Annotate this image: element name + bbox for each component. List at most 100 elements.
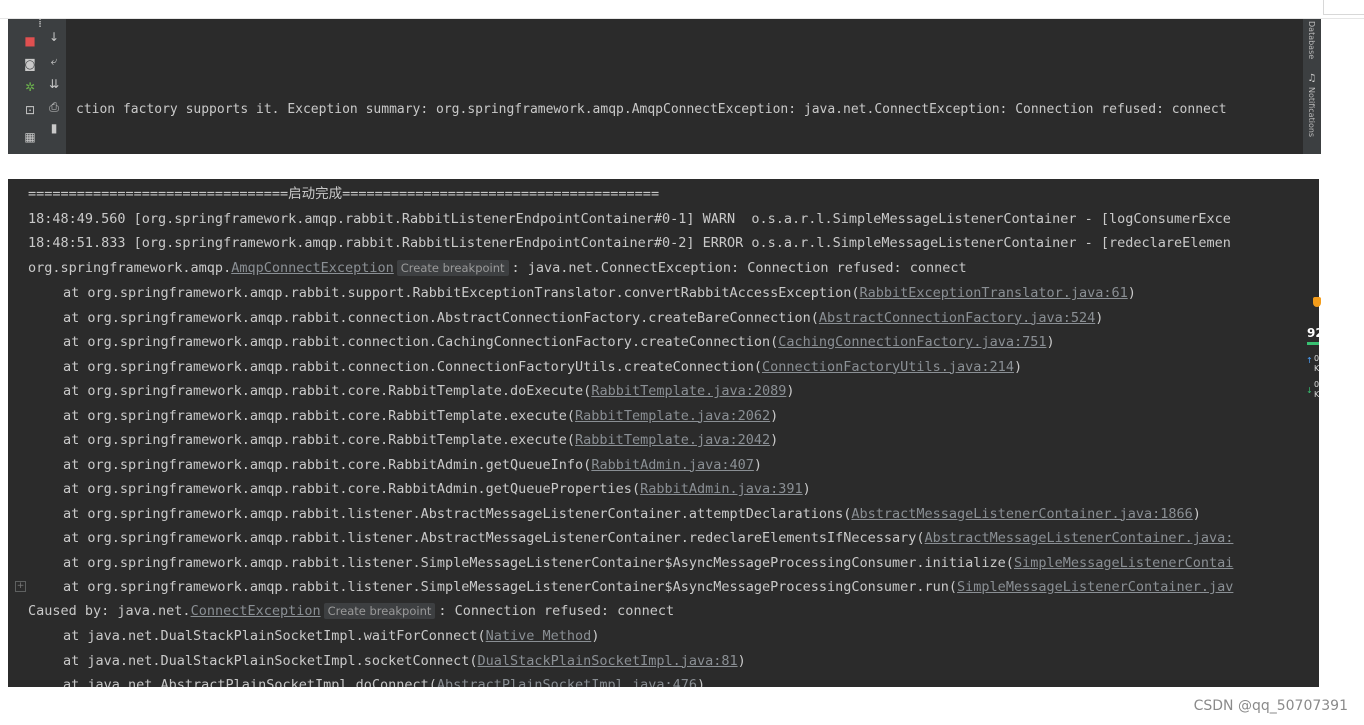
stack-frame-suffix: ) <box>737 652 746 669</box>
stack-frame-suffix: ) <box>802 481 811 497</box>
stack-trace-line: at org.springframework.amqp.rabbit.core.… <box>28 453 762 477</box>
source-file-link[interactable]: AbstractMessageListenerContainer.java: <box>925 530 1234 546</box>
stack-trace-line: at org.springframework.amqp.rabbit.liste… <box>28 551 1233 575</box>
soft-wrap-icon[interactable]: ⤶ <box>46 53 62 69</box>
stack-frame-suffix: ) <box>591 628 600 644</box>
stack-frame-text: at org.springframework.amqp.rabbit.suppo… <box>63 285 860 301</box>
source-file-link[interactable]: RabbitExceptionTranslator.java:61 <box>860 285 1128 301</box>
console-log-line: ction factory supports it. Exception sum… <box>76 102 1227 117</box>
stack-trace-line: at org.springframework.amqp.rabbit.core.… <box>28 379 795 403</box>
watermark: CSDN @qq_50707391 <box>1193 698 1348 714</box>
create-breakpoint-button[interactable]: Create breakpoint <box>396 260 509 276</box>
right-tool-strip: Database ♫ Notifications <box>1303 19 1321 154</box>
stack-frame-suffix: ) <box>770 407 779 424</box>
error-log-line: 18:48:51.833 [org.springframework.amqp.r… <box>28 235 1231 251</box>
download-arrow-icon: ↓ <box>1306 386 1313 395</box>
stack-frame-text: at org.springframework.amqp.rabbit.core.… <box>63 383 592 399</box>
stack-trace-line: at org.springframework.amqp.rabbit.conne… <box>28 306 1103 330</box>
layout-grid-icon[interactable]: ▦ <box>22 129 38 145</box>
create-breakpoint-button[interactable]: Create breakpoint <box>323 603 436 619</box>
stack-frame-text: at java.net.AbstractPlainSocketImpl.doCo… <box>63 677 437 687</box>
download-unit: K <box>1314 390 1320 399</box>
debug-bug-icon[interactable]: ✲ <box>22 79 38 95</box>
restore-layout-icon[interactable]: ⊡ <box>22 102 38 118</box>
upload-unit: K <box>1314 364 1320 373</box>
stack-frame-suffix: ) <box>1192 505 1201 522</box>
stack-trace-line: at org.springframework.amqp.rabbit.suppo… <box>28 281 1136 305</box>
run-panel-top: ⁞ ■ ↓ ◙ ⤶ ✲ ⇊ ⊡ ⎙ ▮ ▦ ction factory supp… <box>8 19 1321 154</box>
stack-trace-line: at org.springframework.amqp.rabbit.conne… <box>28 330 1055 354</box>
stack-frame-text: at org.springframework.amqp.rabbit.core.… <box>63 481 641 497</box>
source-file-link[interactable]: ConnectionFactoryUtils.java:214 <box>762 359 1014 375</box>
shield-icon <box>1313 297 1321 307</box>
source-file-link[interactable]: RabbitAdmin.java:407 <box>591 457 754 473</box>
stack-trace-line: at org.springframework.amqp.rabbit.core.… <box>28 404 778 428</box>
stack-frame-text: at org.springframework.amqp.rabbit.conne… <box>63 358 762 375</box>
exception-class-link[interactable]: AmqpConnectException <box>231 260 394 276</box>
clear-trash-icon[interactable]: ▮ <box>46 120 62 136</box>
source-file-link[interactable]: SimpleMessageListenerContai <box>1014 555 1233 571</box>
exception-message: : java.net.ConnectException: Connection … <box>511 260 967 276</box>
stack-trace-line: at org.springframework.amqp.rabbit.conne… <box>28 355 1022 379</box>
stack-frame-suffix: ) <box>1013 358 1023 375</box>
source-file-link[interactable]: RabbitAdmin.java:391 <box>640 481 803 497</box>
stack-trace-line: at java.net.DualStackPlainSocketImpl.wai… <box>28 624 599 648</box>
exception-line: org.springframework.amqp.AmqpConnectExce… <box>28 256 967 280</box>
stack-frame-text: at org.springframework.amqp.rabbit.core.… <box>63 456 592 473</box>
stack-frame-suffix: ) <box>696 677 706 687</box>
stack-trace-line: at org.springframework.amqp.rabbit.liste… <box>28 526 1233 550</box>
fold-icon[interactable]: + <box>15 581 26 592</box>
download-value: 0 <box>1314 380 1320 389</box>
source-file-link[interactable]: SimpleMessageListenerContainer.jav <box>957 579 1233 595</box>
upload-arrow-icon: ↑ <box>1306 356 1313 365</box>
run-toolbar: ⁞ ■ ↓ ◙ ⤶ ✲ ⇊ ⊡ ⎙ ▮ ▦ <box>8 19 66 154</box>
scroll-to-end-icon[interactable]: ⇊ <box>46 76 62 92</box>
stack-trace-line: at org.springframework.amqp.rabbit.liste… <box>28 575 1233 599</box>
stack-frame-text: at org.springframework.amqp.rabbit.liste… <box>63 554 1014 571</box>
stack-frame-text: at org.springframework.amqp.rabbit.core.… <box>63 432 576 448</box>
caused-by-prefix: Caused by: java.net. <box>28 603 191 619</box>
stop-icon[interactable]: ■ <box>22 33 38 49</box>
database-tab[interactable]: Database <box>1307 21 1316 59</box>
source-file-link[interactable]: Native Method <box>486 628 592 644</box>
top-border <box>0 0 1364 19</box>
stack-trace-line: at org.springframework.amqp.rabbit.core.… <box>28 477 811 501</box>
monitor-value: 92 <box>1307 326 1324 340</box>
warn-log-line: 18:48:49.560 [org.springframework.amqp.r… <box>28 211 1231 227</box>
source-file-link[interactable]: DualStackPlainSocketImpl.java:81 <box>478 653 738 669</box>
scroll-down-icon[interactable]: ↓ <box>46 29 62 45</box>
stack-frame-suffix: ) <box>1095 309 1104 326</box>
print-icon[interactable]: ⎙ <box>46 99 62 115</box>
stack-frame-text: at java.net.DualStackPlainSocketImpl.soc… <box>63 652 478 669</box>
caused-by-message: : Connection refused: connect <box>438 603 675 619</box>
notifications-tab[interactable]: Notifications <box>1307 87 1316 137</box>
source-file-link[interactable]: RabbitTemplate.java:2089 <box>591 383 786 399</box>
upload-value: 0 <box>1314 354 1320 363</box>
stack-frame-text: at org.springframework.amqp.rabbit.core.… <box>63 407 576 424</box>
source-file-link[interactable]: AbstractConnectionFactory.java:524 <box>819 310 1095 326</box>
stack-frame-suffix: ) <box>753 456 763 473</box>
monitor-bar <box>1307 342 1319 345</box>
stack-frame-text: at org.springframework.amqp.rabbit.conne… <box>63 309 819 326</box>
stack-frame-text: at org.springframework.amqp.rabbit.conne… <box>63 334 779 350</box>
source-file-link[interactable]: AbstractMessageListenerContainer.java:18… <box>851 506 1192 522</box>
camera-icon[interactable]: ◙ <box>22 56 38 72</box>
source-file-link[interactable]: RabbitTemplate.java:2042 <box>575 432 770 448</box>
stack-frame-text: at org.springframework.amqp.rabbit.liste… <box>63 530 925 546</box>
stack-trace-line: at org.springframework.amqp.rabbit.core.… <box>28 428 778 452</box>
source-file-link[interactable]: AbstractPlainSocketImpl.java:476 <box>437 677 697 687</box>
stack-frame-suffix: ) <box>1046 334 1055 350</box>
stack-frame-text: at org.springframework.amqp.rabbit.liste… <box>63 505 852 522</box>
stack-frame-text: at org.springframework.amqp.rabbit.liste… <box>63 579 958 595</box>
stack-trace-line: at org.springframework.amqp.rabbit.liste… <box>28 502 1201 526</box>
network-monitor-widget: 92 ↑ 0 K ↓ 0 K <box>1300 290 1324 410</box>
source-file-link[interactable]: RabbitTemplate.java:2062 <box>575 408 770 424</box>
startup-separator: ================================启动完成====… <box>28 186 660 202</box>
caused-by-class-link[interactable]: ConnectException <box>191 603 321 619</box>
stack-frame-suffix: ) <box>786 383 795 399</box>
source-file-link[interactable]: CachingConnectionFactory.java:751 <box>778 334 1046 350</box>
bell-icon[interactable]: ♫ <box>1304 71 1320 87</box>
stack-frame-suffix: ) <box>1127 285 1136 301</box>
stack-frame-text: at java.net.DualStackPlainSocketImpl.wai… <box>63 628 486 644</box>
caused-by-line: Caused by: java.net.ConnectException Crea… <box>28 599 674 623</box>
